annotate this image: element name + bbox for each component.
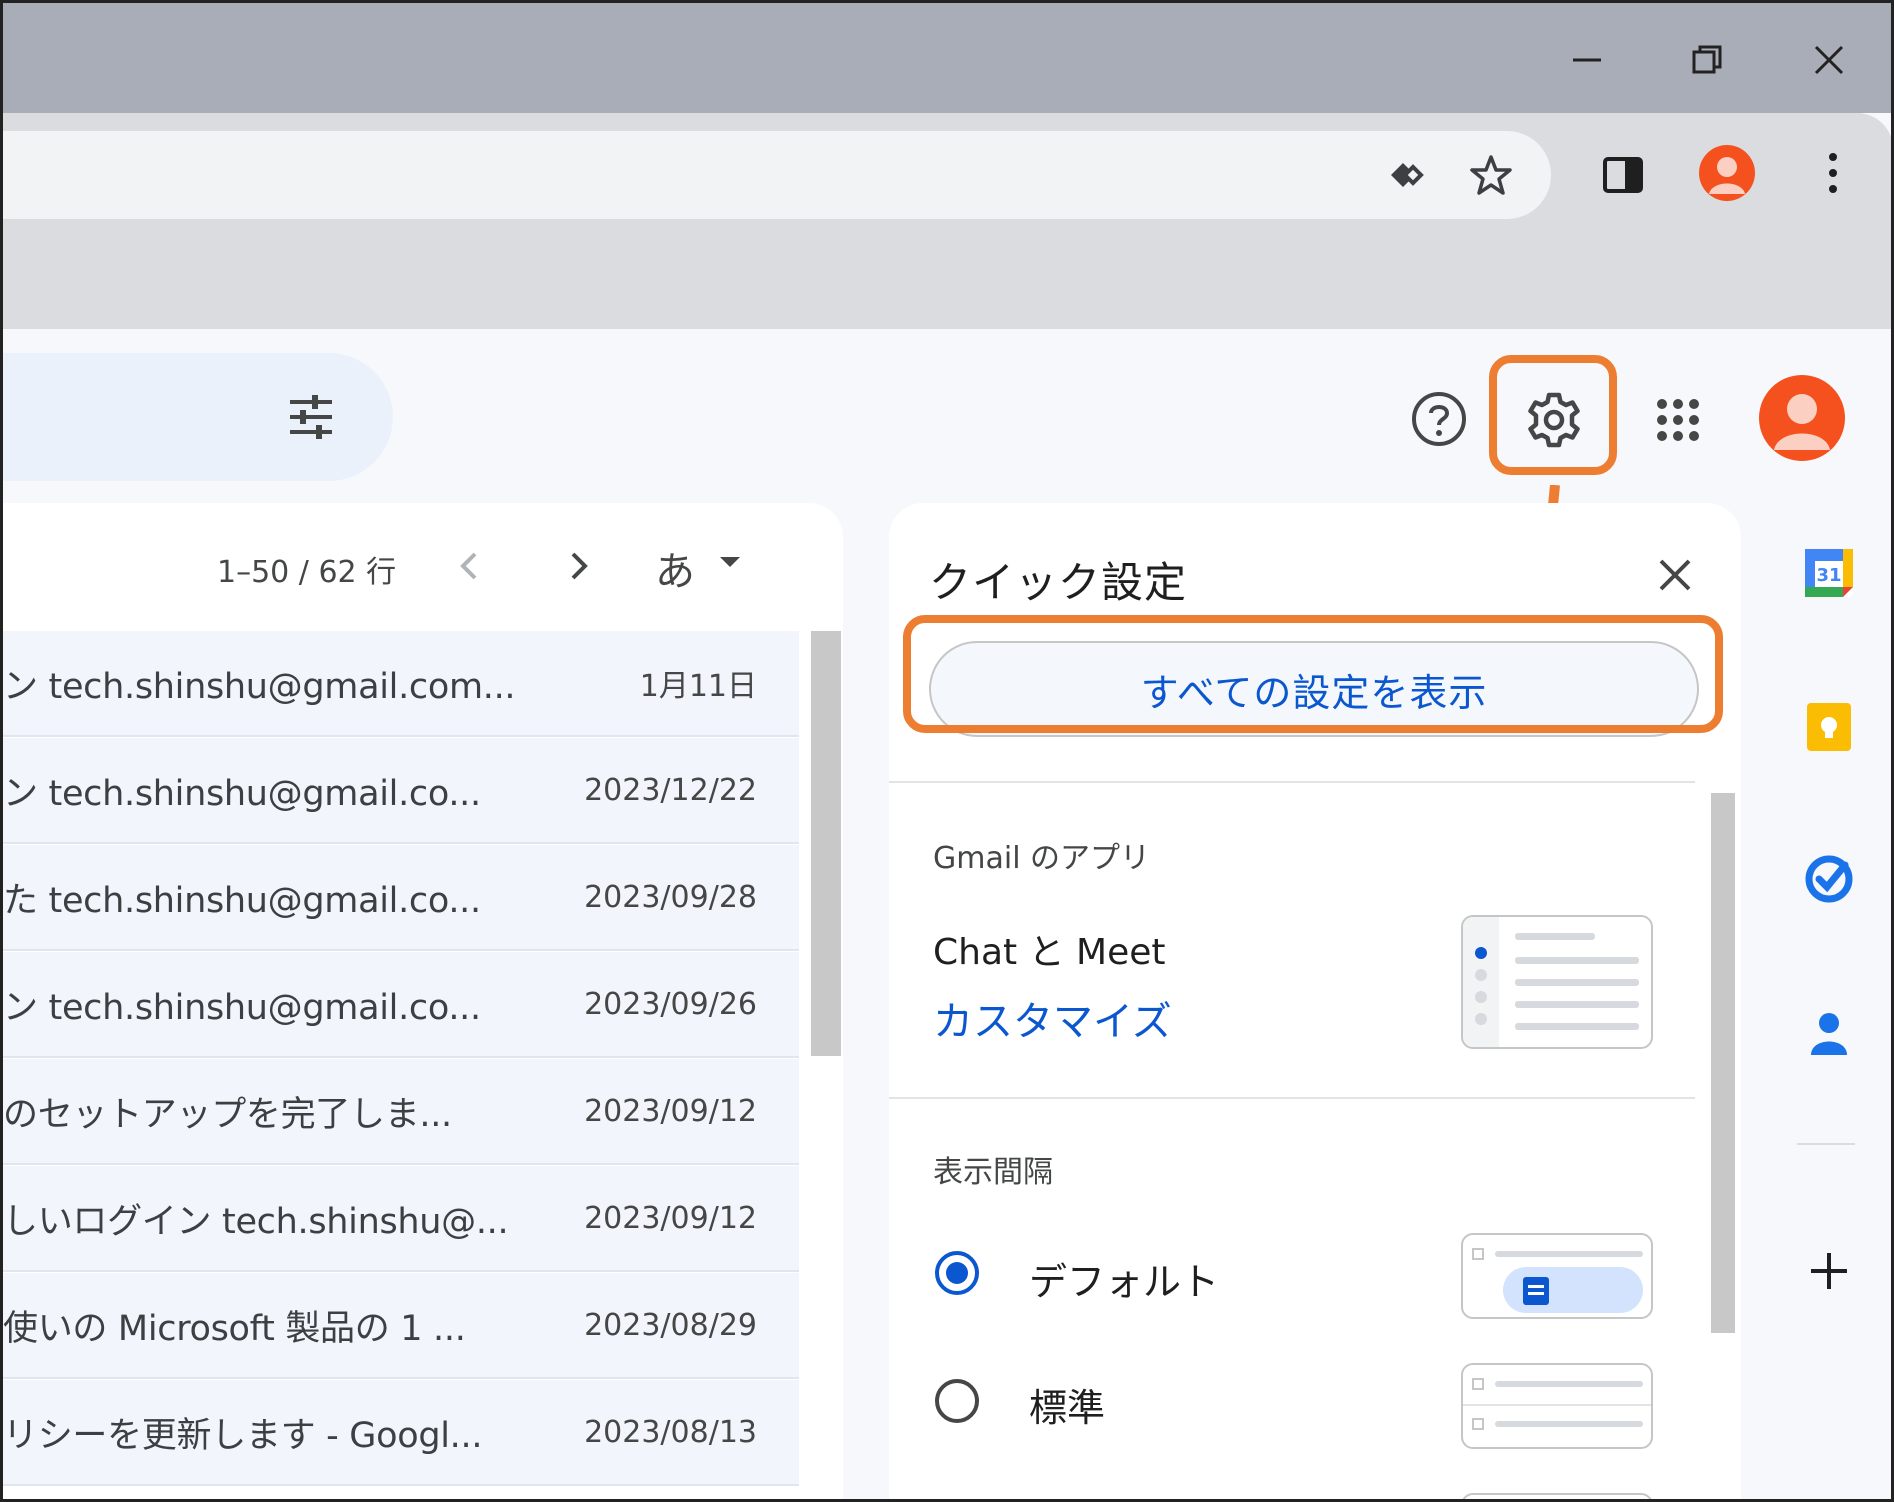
mail-row[interactable]: た tech.shinshu@gmail.co... 2023/09/28 (3, 845, 799, 951)
close-icon[interactable] (1789, 25, 1869, 95)
density-standard-preview (1461, 1363, 1653, 1449)
mail-subject: ン tech.shinshu@gmail.co... (3, 987, 481, 1028)
mail-row[interactable]: しいログイン tech.shinshu@... 2023/09/12 (3, 1166, 799, 1272)
apps-section-label: Gmail のアプリ (933, 841, 1151, 876)
restore-icon[interactable] (1667, 25, 1747, 95)
chat-meet-preview (1461, 915, 1653, 1049)
add-addon-icon[interactable] (1799, 1241, 1859, 1301)
older-page-icon[interactable] (447, 541, 491, 591)
account-avatar[interactable] (1757, 373, 1847, 463)
density-default-radio[interactable] (933, 1249, 981, 1297)
help-icon[interactable] (1407, 387, 1471, 451)
close-quick-settings-icon[interactable] (1645, 545, 1705, 605)
menu-icon[interactable] (1803, 143, 1863, 203)
apps-grid-icon[interactable] (1643, 385, 1713, 455)
density-compact-preview (1461, 1493, 1653, 1499)
density-section-label: 表示間隔 (933, 1155, 1053, 1190)
mail-row[interactable]: ン tech.shinshu@gmail.co... 2023/09/26 (3, 952, 799, 1058)
side-panel-icon[interactable] (1593, 145, 1653, 205)
pagination-range: 1–50 / 62 行 (217, 555, 397, 590)
mail-list-scrollbar[interactable] (811, 631, 841, 1056)
address-bar[interactable] (3, 131, 1551, 219)
mail-subject: のセットアップを完了しま... (3, 1094, 452, 1135)
quick-settings-scrollbar[interactable] (1711, 793, 1735, 1333)
chat-meet-label: Chat と Meet (933, 932, 1166, 973)
mail-row[interactable]: ン tech.shinshu@gmail.co... 2023/12/22 (3, 738, 799, 844)
password-manager-icon[interactable] (1373, 145, 1437, 205)
mail-date: 2023/12/22 (584, 772, 757, 808)
calendar-icon[interactable]: 31 (1799, 543, 1859, 603)
customize-link[interactable]: カスタマイズ (933, 989, 1172, 1047)
mail-subject: た tech.shinshu@gmail.co... (3, 880, 481, 921)
mail-date: 1月11日 (639, 669, 757, 704)
density-standard-label: 標準 (1029, 1386, 1106, 1430)
bookmark-bar (3, 229, 1891, 329)
mail-subject: リシーを更新します - Googl... (3, 1415, 483, 1456)
mail-date: 2023/09/28 (584, 879, 757, 915)
search-bar[interactable] (3, 353, 393, 481)
divider (889, 781, 1695, 783)
mail-subject: ン tech.shinshu@gmail.co... (3, 773, 481, 814)
mail-date: 2023/09/26 (584, 986, 757, 1022)
minimize-icon[interactable] (1547, 25, 1627, 95)
mail-subject: しいログイン tech.shinshu@... (3, 1201, 509, 1242)
mail-date: 2023/08/29 (584, 1307, 757, 1343)
mail-subject: 使いの Microsoft 製品の 1 ... (3, 1308, 466, 1349)
density-default-label: デフォルト (1029, 1260, 1220, 1304)
side-panel-divider (1797, 1143, 1855, 1145)
settings-highlight-box (1489, 355, 1617, 475)
keep-icon[interactable] (1799, 697, 1859, 757)
density-standard-radio[interactable] (933, 1377, 981, 1425)
profile-avatar[interactable] (1695, 141, 1759, 205)
divider (889, 1097, 1695, 1099)
search-options-icon[interactable] (281, 387, 341, 447)
quick-settings-title: クイック設定 (929, 558, 1188, 607)
density-default-preview (1461, 1233, 1653, 1319)
mail-date: 2023/09/12 (584, 1200, 757, 1236)
contacts-icon[interactable] (1799, 1003, 1859, 1063)
mail-date: 2023/09/12 (584, 1093, 757, 1129)
mail-row[interactable]: リシーを更新します - Googl... 2023/08/13 (3, 1380, 799, 1486)
window-titlebar (3, 3, 1891, 113)
bookmark-star-icon[interactable] (1459, 145, 1523, 205)
mail-row[interactable]: のセットアップを完了しま... 2023/09/12 (3, 1059, 799, 1165)
newer-page-icon[interactable] (557, 541, 601, 591)
mail-row[interactable]: 使いの Microsoft 製品の 1 ... 2023/08/29 (3, 1273, 799, 1379)
mail-row[interactable]: ン tech.shinshu@gmail.com... 1月11日 (3, 631, 799, 737)
mail-list: 1–50 / 62 行 あ ン tech.shinshu@gmail.com..… (3, 503, 843, 1499)
mail-subject: ン tech.shinshu@gmail.com... (3, 666, 516, 707)
calendar-day: 31 (1816, 565, 1841, 586)
all-settings-highlight-box (903, 615, 1723, 733)
mail-date: 2023/08/13 (584, 1414, 757, 1450)
screenshot-frame: 1–50 / 62 行 あ ン tech.shinshu@gmail.com..… (0, 0, 1894, 1502)
input-tools-button[interactable]: あ (655, 539, 695, 597)
caret-down-icon[interactable] (715, 547, 745, 577)
tasks-icon[interactable] (1799, 849, 1859, 909)
side-panel: 31 (1763, 503, 1891, 1499)
gmail-app: 1–50 / 62 行 あ ン tech.shinshu@gmail.com..… (3, 329, 1891, 1499)
browser-toolbar (3, 113, 1891, 229)
mail-list-header: 1–50 / 62 行 あ (3, 503, 843, 631)
